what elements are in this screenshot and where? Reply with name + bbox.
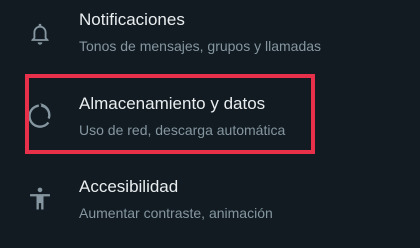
settings-list: Notificaciones Tonos de mensajes, grupos… — [0, 0, 420, 247]
settings-item-subtitle: Tonos de mensajes, grupos y llamadas — [79, 38, 322, 54]
accessibility-icon — [30, 187, 50, 210]
settings-item-notifications[interactable]: Notificaciones Tonos de mensajes, grupos… — [0, 0, 420, 80]
settings-item-storage-and-data[interactable]: Almacenamiento y datos Uso de red, desca… — [0, 80, 420, 160]
settings-item-title: Almacenamiento y datos — [79, 94, 266, 113]
settings-item-subtitle: Aumentar contraste, animación — [79, 205, 273, 221]
settings-item-title: Notificaciones — [79, 10, 185, 29]
settings-item-subtitle: Uso de red, descarga automática — [79, 122, 286, 138]
data-usage-icon — [28, 103, 51, 128]
settings-item-accessibility[interactable]: Accesibilidad Aumentar contraste, animac… — [0, 168, 420, 248]
bell-icon — [31, 23, 49, 45]
settings-item-title: Accesibilidad — [79, 177, 179, 196]
